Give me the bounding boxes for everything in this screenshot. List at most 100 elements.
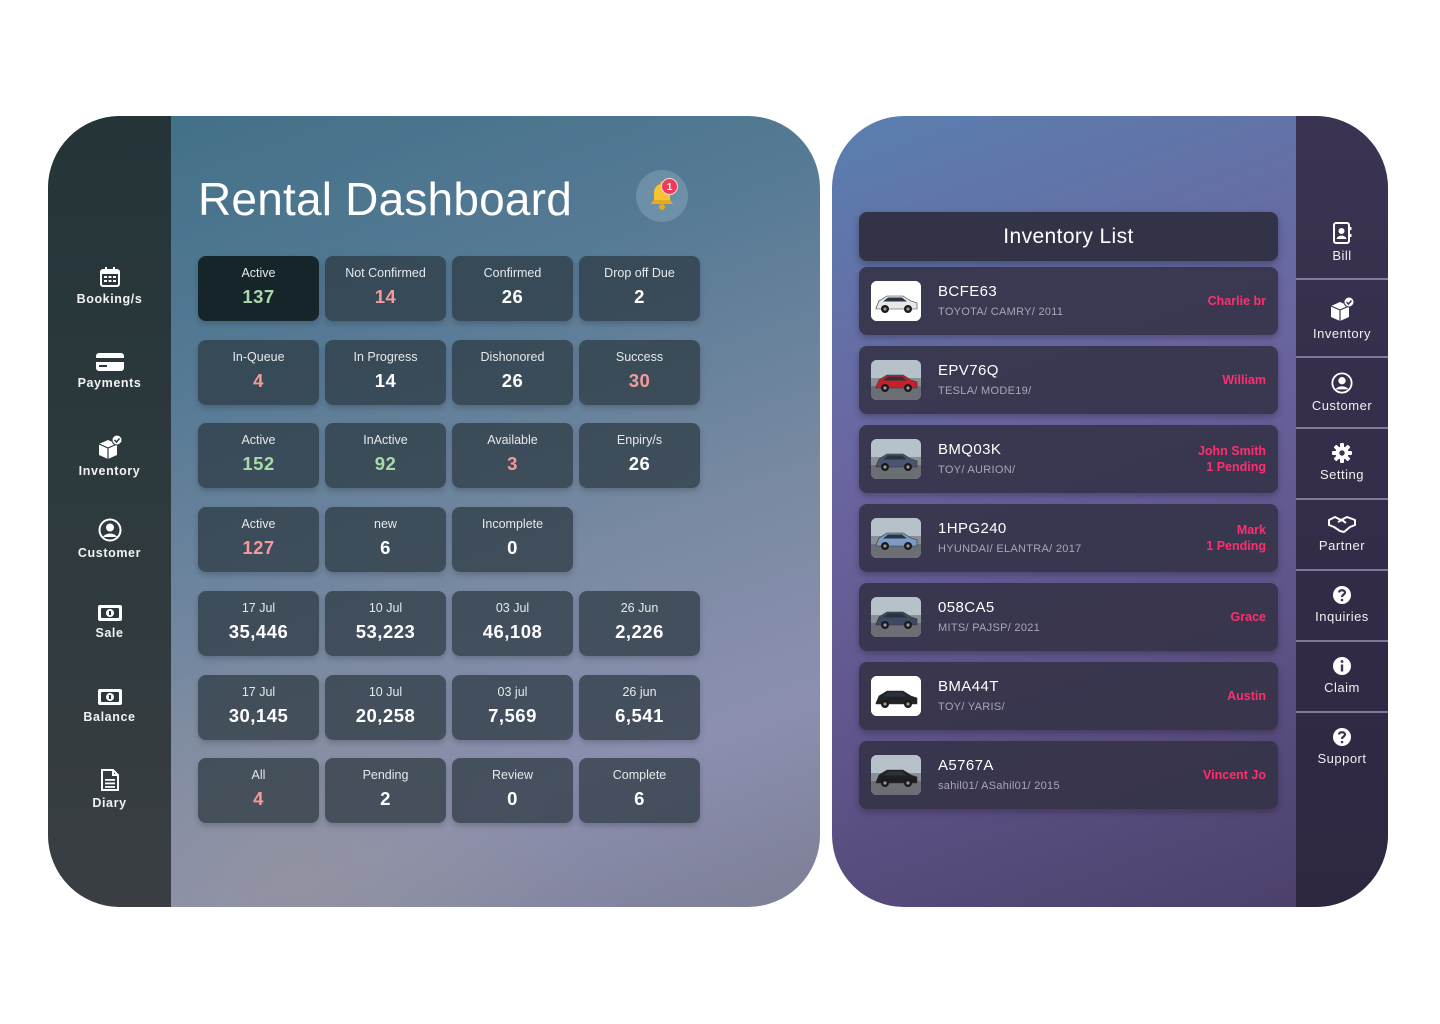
stat-tile[interactable]: Active 127 [198, 507, 319, 572]
sidebar-item-label: Customer [77, 546, 142, 560]
sidebar-item-label: Sale [95, 626, 124, 640]
car-icon [871, 360, 921, 400]
stat-tile[interactable]: In-Queue 4 [198, 340, 319, 405]
stat-value: 14 [374, 286, 397, 307]
stat-tile[interactable]: Dishonored 26 [452, 340, 573, 405]
stat-tile[interactable]: 26 Jun 2,226 [579, 591, 700, 656]
credit-card-icon [95, 353, 124, 371]
stat-tile[interactable]: Enpiry/s 26 [579, 423, 700, 488]
inventory-list-item[interactable]: 1HPG240 HYUNDAI/ ELANTRA/ 2017 Mark 1 Pendi… [859, 504, 1278, 572]
sidebar-item-label: Balance [83, 710, 136, 724]
sidebar-item-payments[interactable]: Payments [48, 352, 171, 390]
notifications-button[interactable]: 1 [636, 170, 688, 222]
stat-tile[interactable]: Available 3 [452, 423, 573, 488]
gear-icon [1332, 443, 1352, 463]
stat-tile[interactable]: Success 30 [579, 340, 700, 405]
stat-tile[interactable]: 17 Jul 30,145 [198, 675, 319, 740]
renter-name-text: Vincent Jo [1203, 768, 1266, 782]
sidebar-item-bill[interactable]: Bill [1296, 222, 1388, 263]
stat-tile[interactable]: In Progress 14 [325, 340, 446, 405]
vehicle-plate: BMA44T [938, 678, 999, 695]
stat-value: 127 [242, 537, 275, 558]
car-thumbnail [871, 281, 921, 321]
car-thumbnail [871, 597, 921, 637]
sidebar-item-sale[interactable]: Sale [48, 604, 171, 640]
stat-value: 4 [253, 788, 264, 809]
sidebar-item-inventory[interactable]: Inventory [1296, 296, 1388, 341]
stat-label: 17 Jul [241, 685, 276, 699]
inventory-list-item[interactable]: BMA44T TOY/ YARIS/Austin [859, 662, 1278, 730]
stat-tile[interactable]: Active 137 [198, 256, 319, 321]
question-circle-icon [1333, 586, 1351, 604]
stat-value: 30 [628, 370, 651, 391]
stat-value: 0 [507, 788, 518, 809]
stat-tile[interactable]: InActive 92 [325, 423, 446, 488]
stat-value: 26 [501, 286, 524, 307]
stat-tile[interactable]: All 4 [198, 758, 319, 823]
stat-value: 2,226 [615, 621, 664, 642]
stat-label: 10 Jul [368, 685, 403, 699]
inventory-sidebar: Bill Inventory Customer Setting Partner … [1296, 116, 1388, 907]
stat-label: Enpiry/s [616, 433, 663, 447]
stat-tile[interactable]: new 6 [325, 507, 446, 572]
sidebar-item-support[interactable]: Support [1296, 727, 1388, 766]
sidebar-item-bookings[interactable]: Booking/s [48, 266, 171, 306]
stat-tile[interactable]: Drop off Due 2 [579, 256, 700, 321]
stat-tile[interactable]: 26 jun 6,541 [579, 675, 700, 740]
stat-tile[interactable]: Complete 6 [579, 758, 700, 823]
renter-name: Mark 1 Pending [1206, 522, 1266, 554]
stat-tile[interactable]: 03 jul 7,569 [452, 675, 573, 740]
sidebar-item-balance[interactable]: Balance [48, 688, 171, 724]
stat-tile[interactable]: Pending 2 [325, 758, 446, 823]
stat-value: 53,223 [355, 621, 416, 642]
stat-tile[interactable]: Not Confirmed 14 [325, 256, 446, 321]
stat-tile[interactable]: Incomplete 0 [452, 507, 573, 572]
sidebar-item-inquiries[interactable]: Inquiries [1296, 585, 1388, 624]
renter-name-text: Austin [1227, 689, 1266, 703]
sidebar-item-partner[interactable]: Partner [1296, 514, 1388, 553]
sidebar-item-diary[interactable]: Diary [48, 768, 171, 810]
renter-name: Grace [1231, 609, 1266, 625]
sidebar-item-setting[interactable]: Setting [1296, 443, 1388, 482]
inventory-list-item[interactable]: BMQ03K TOY/ AURION/John Smith 1 Pending [859, 425, 1278, 493]
sidebar-item-customer[interactable]: Customer [1296, 372, 1388, 413]
renter-name: Austin [1227, 688, 1266, 704]
vehicle-plate: EPV76Q [938, 362, 999, 379]
sidebar-item-customer[interactable]: Customer [48, 518, 171, 560]
vehicle-plate: BCFE63 [938, 283, 998, 300]
inventory-list-item[interactable]: A5767A sahil01/ ASahil01/ 2015 Vincent Jo [859, 741, 1278, 809]
stat-tile[interactable]: 03 Jul 46,108 [452, 591, 573, 656]
stat-tile[interactable]: 10 Jul 20,258 [325, 675, 446, 740]
inventory-list-item[interactable]: 058CA5 MITS/ PAJSP/ 2021 Grace [859, 583, 1278, 651]
dashboard-sidebar: Booking/s Payments Inventory Customer Sa… [48, 116, 171, 907]
sidebar-item-label: Partner [1318, 538, 1366, 553]
stat-label: Review [492, 768, 533, 782]
vehicle-plate: BMQ03K [938, 441, 1002, 458]
stat-label: 26 jun [622, 685, 657, 699]
sidebar-item-claim[interactable]: Claim [1296, 656, 1388, 695]
car-thumbnail [871, 755, 921, 795]
sidebar-item-inventory[interactable]: Inventory [48, 434, 171, 478]
stat-value: 6 [634, 788, 645, 809]
stat-value: 2 [634, 286, 645, 307]
sidebar-item-label: Claim [1324, 680, 1360, 695]
stat-value: 152 [242, 453, 275, 474]
car-icon [871, 518, 921, 558]
user-circle-icon [98, 518, 121, 542]
inventory-list-item[interactable]: EPV76Q TESLA/ MODE19/William [859, 346, 1278, 414]
stat-tile[interactable]: 10 Jul 53,223 [325, 591, 446, 656]
inventory-list-item[interactable]: BCFE63 TOYOTA/ CAMRY/ 2011 Charlie br [859, 267, 1278, 335]
inventory-list-title: Inventory List [859, 212, 1278, 261]
stat-tile[interactable]: Review 0 [452, 758, 573, 823]
page-title: Rental Dashboard [198, 173, 572, 225]
stat-value: 30,145 [228, 705, 289, 726]
stat-tile[interactable]: 17 Jul 35,446 [198, 591, 319, 656]
stat-value: 2 [380, 788, 391, 809]
vehicle-model: sahil01/ ASahil01/ 2015 [938, 780, 1060, 792]
box-check-icon [1330, 296, 1355, 321]
sidebar-divider [1296, 356, 1388, 358]
handshake-icon [1328, 516, 1356, 533]
stat-tile[interactable]: Active 152 [198, 423, 319, 488]
sidebar-item-label: Support [1317, 751, 1367, 766]
stat-tile[interactable]: Confirmed 26 [452, 256, 573, 321]
